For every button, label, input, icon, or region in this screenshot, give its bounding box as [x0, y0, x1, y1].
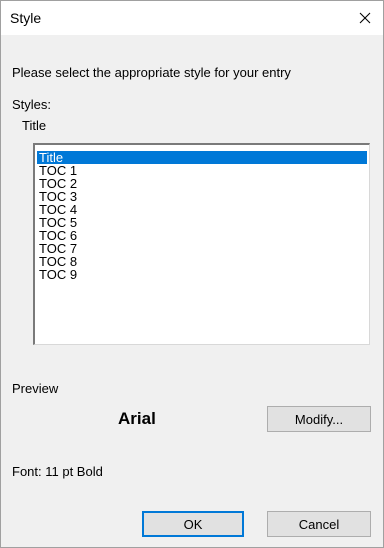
font-info-text: Font: 11 pt Bold — [12, 464, 103, 479]
styles-label: Styles: — [12, 97, 52, 112]
title-bar: Style — [1, 1, 383, 35]
list-item-toc-8[interactable]: TOC 8 — [37, 255, 367, 268]
list-item-toc-2[interactable]: TOC 2 — [37, 177, 367, 190]
cancel-button[interactable]: Cancel — [267, 511, 371, 537]
modify-button[interactable]: Modify... — [267, 406, 371, 432]
list-item-toc-5[interactable]: TOC 5 — [37, 216, 367, 229]
close-button[interactable] — [347, 1, 383, 35]
current-style-value: Title — [22, 118, 47, 133]
list-item-toc-4[interactable]: TOC 4 — [37, 203, 367, 216]
list-item-toc-6[interactable]: TOC 6 — [37, 229, 367, 242]
window-title: Style — [10, 10, 42, 26]
styles-listbox[interactable]: Title TOC 1 TOC 2 TOC 3 TOC 4 TOC 5 TOC … — [33, 143, 370, 345]
list-item-toc-1[interactable]: TOC 1 — [37, 164, 367, 177]
style-dialog: Style Please select the appropriate styl… — [0, 0, 384, 548]
ok-button[interactable]: OK — [142, 511, 244, 537]
preview-font-sample: Arial — [118, 409, 156, 428]
preview-label: Preview — [12, 381, 59, 396]
list-item-toc-9[interactable]: TOC 9 — [37, 268, 367, 281]
list-item-toc-7[interactable]: TOC 7 — [37, 242, 367, 255]
close-icon — [359, 12, 371, 24]
list-item-toc-3[interactable]: TOC 3 — [37, 190, 367, 203]
list-item-title[interactable]: Title — [37, 151, 367, 164]
instruction-text: Please select the appropriate style for … — [12, 65, 291, 80]
